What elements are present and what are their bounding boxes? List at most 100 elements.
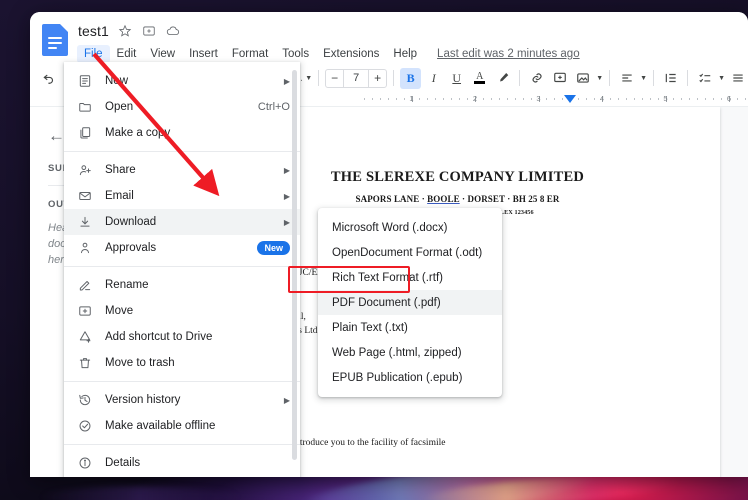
file-menu-item-email[interactable]: Email ▶ xyxy=(64,183,300,209)
bulleted-list-icon[interactable] xyxy=(727,68,748,89)
download-option-web-page-html-zipped-[interactable]: Web Page (.html, zipped) xyxy=(318,340,502,365)
menu-item-edit[interactable]: Edit xyxy=(110,45,144,63)
wallpaper-streak xyxy=(40,486,240,500)
menu-item-extensions[interactable]: Extensions xyxy=(316,45,386,63)
ruler-number: 6 xyxy=(726,94,732,103)
history-icon xyxy=(76,391,94,409)
bold-button[interactable]: B xyxy=(400,67,422,89)
toolbar-divider xyxy=(519,70,521,86)
file-menu-item-label: Move xyxy=(105,305,134,317)
file-menu-scrollbar[interactable] xyxy=(292,70,297,460)
submenu-arrow-icon: ▶ xyxy=(283,165,290,175)
file-menu-item-version-history[interactable]: Version history ▶ xyxy=(64,387,300,413)
menu-item-format[interactable]: Format xyxy=(225,45,275,63)
google-docs-logo-icon xyxy=(42,24,68,56)
approvals-icon xyxy=(76,239,94,257)
file-menu-item-new[interactable]: New ▶ xyxy=(64,68,300,94)
star-icon[interactable] xyxy=(118,24,133,39)
envelope-icon xyxy=(76,187,94,205)
file-menu-item-make-available-offline[interactable]: Make available offline xyxy=(64,413,300,439)
chevron-down-icon[interactable]: ▼ xyxy=(718,75,725,82)
menu-item-view[interactable]: View xyxy=(143,45,182,63)
chevron-down-icon[interactable]: ▼ xyxy=(640,75,647,82)
ruler-tick xyxy=(419,98,421,100)
file-dropdown-menu[interactable]: New ▶ Open Ctrl+O Make a copy Share ▶ Email ▶ Dow… xyxy=(64,62,300,477)
highlighter-icon[interactable] xyxy=(492,68,513,89)
menu-item-tools[interactable]: Tools xyxy=(275,45,316,63)
link-icon[interactable] xyxy=(526,68,547,89)
cloud-saved-icon[interactable] xyxy=(166,24,181,39)
new-doc-icon xyxy=(76,72,94,90)
font-size-stepper[interactable]: − 7 + xyxy=(325,68,388,88)
menu-item-help[interactable]: Help xyxy=(386,45,424,63)
ruler-tick xyxy=(395,98,397,100)
file-menu-item-language[interactable]: Language▶ xyxy=(64,476,300,477)
undo-icon[interactable] xyxy=(38,68,59,89)
download-option-rich-text-format-rtf-[interactable]: Rich Text Format (.rtf) xyxy=(318,265,502,290)
bold-label: B xyxy=(406,70,415,85)
ruler-tick xyxy=(586,98,588,100)
last-edit-status[interactable]: Last edit was 2 minutes ago xyxy=(437,48,580,60)
offline-icon xyxy=(76,417,94,435)
file-menu-item-label: Make a copy xyxy=(105,127,171,139)
download-option-label: Microsoft Word (.docx) xyxy=(332,221,448,234)
download-option-opendocument-format-odt-[interactable]: OpenDocument Format (.odt) xyxy=(318,240,502,265)
ruler-number: 5 xyxy=(663,94,668,103)
file-menu-item-rename[interactable]: Rename xyxy=(64,272,300,298)
file-menu-item-download[interactable]: Download ▶ xyxy=(64,209,300,235)
file-menu-item-approvals[interactable]: Approvals New xyxy=(64,235,300,261)
align-left-icon[interactable] xyxy=(616,68,637,89)
chevron-down-icon[interactable]: ▼ xyxy=(596,75,603,82)
ruler-tick xyxy=(490,98,492,100)
file-menu-item-add-shortcut-to-drive[interactable]: Add shortcut to Drive xyxy=(64,324,300,350)
file-menu-item-open[interactable]: Open Ctrl+O xyxy=(64,94,300,120)
ruler-tick xyxy=(633,98,635,100)
font-size-input[interactable]: 7 xyxy=(343,69,370,87)
text-color-button[interactable]: A xyxy=(469,68,490,89)
menu-item-insert[interactable]: Insert xyxy=(182,45,225,63)
increase-font-size-button[interactable]: + xyxy=(369,71,386,85)
ruler-tick xyxy=(482,98,484,100)
line-spacing-icon[interactable] xyxy=(660,68,681,89)
indent-marker[interactable] xyxy=(564,95,577,103)
download-option-label: PDF Document (.pdf) xyxy=(332,296,441,309)
submenu-arrow-icon: ▶ xyxy=(283,395,290,405)
move-to-folder-icon[interactable] xyxy=(142,24,157,39)
ruler-tick xyxy=(387,98,389,100)
download-option-pdf-document-pdf-[interactable]: PDF Document (.pdf) xyxy=(318,290,502,315)
italic-button[interactable]: I xyxy=(423,68,444,89)
download-option-epub-publication-epub-[interactable]: EPUB Publication (.epub) xyxy=(318,365,502,390)
info-icon xyxy=(76,454,94,472)
menu-item-file[interactable]: File xyxy=(77,45,110,63)
download-option-label: EPUB Publication (.epub) xyxy=(332,371,463,384)
ruler-tick xyxy=(673,98,675,100)
add-comment-icon[interactable] xyxy=(549,68,570,89)
file-menu-item-share[interactable]: Share ▶ xyxy=(64,157,300,183)
ruler-tick xyxy=(721,98,723,100)
address-post: · DORSET · BH 25 8 ER xyxy=(459,193,560,204)
checklist-icon[interactable] xyxy=(694,68,715,89)
file-menu-item-label: Email xyxy=(105,190,134,202)
company-name: THE SLEREXE COMPANY LIMITED xyxy=(330,169,585,185)
file-menu-item-move-to-trash[interactable]: Move to trash xyxy=(64,350,300,376)
insert-image-icon[interactable] xyxy=(572,68,593,89)
ruler-number: 1 xyxy=(409,94,414,103)
ruler-tick xyxy=(609,98,611,100)
download-option-plain-text-txt-[interactable]: Plain Text (.txt) xyxy=(318,315,502,340)
body-paragraph: Permit me to introduce you to the facili… xyxy=(241,437,446,448)
folder-icon xyxy=(76,98,94,116)
underline-button[interactable]: U xyxy=(446,68,467,89)
copy-icon xyxy=(76,124,94,142)
download-submenu[interactable]: Microsoft Word (.docx) OpenDocument Forma… xyxy=(318,208,502,397)
download-option-label: Web Page (.html, zipped) xyxy=(332,346,462,359)
file-menu-item-label: Share xyxy=(105,164,136,176)
download-option-microsoft-word-docx-[interactable]: Microsoft Word (.docx) xyxy=(318,215,502,240)
decrease-font-size-button[interactable]: − xyxy=(326,71,343,85)
ruler-tick xyxy=(713,98,715,100)
file-menu-item-make-a-copy[interactable]: Make a copy xyxy=(64,120,300,146)
menu-divider xyxy=(64,381,300,382)
file-menu-item-details[interactable]: Details xyxy=(64,450,300,476)
text-color-swatch xyxy=(474,81,486,84)
file-menu-item-move[interactable]: Move xyxy=(64,298,300,324)
document-title[interactable]: test1 xyxy=(78,23,109,39)
